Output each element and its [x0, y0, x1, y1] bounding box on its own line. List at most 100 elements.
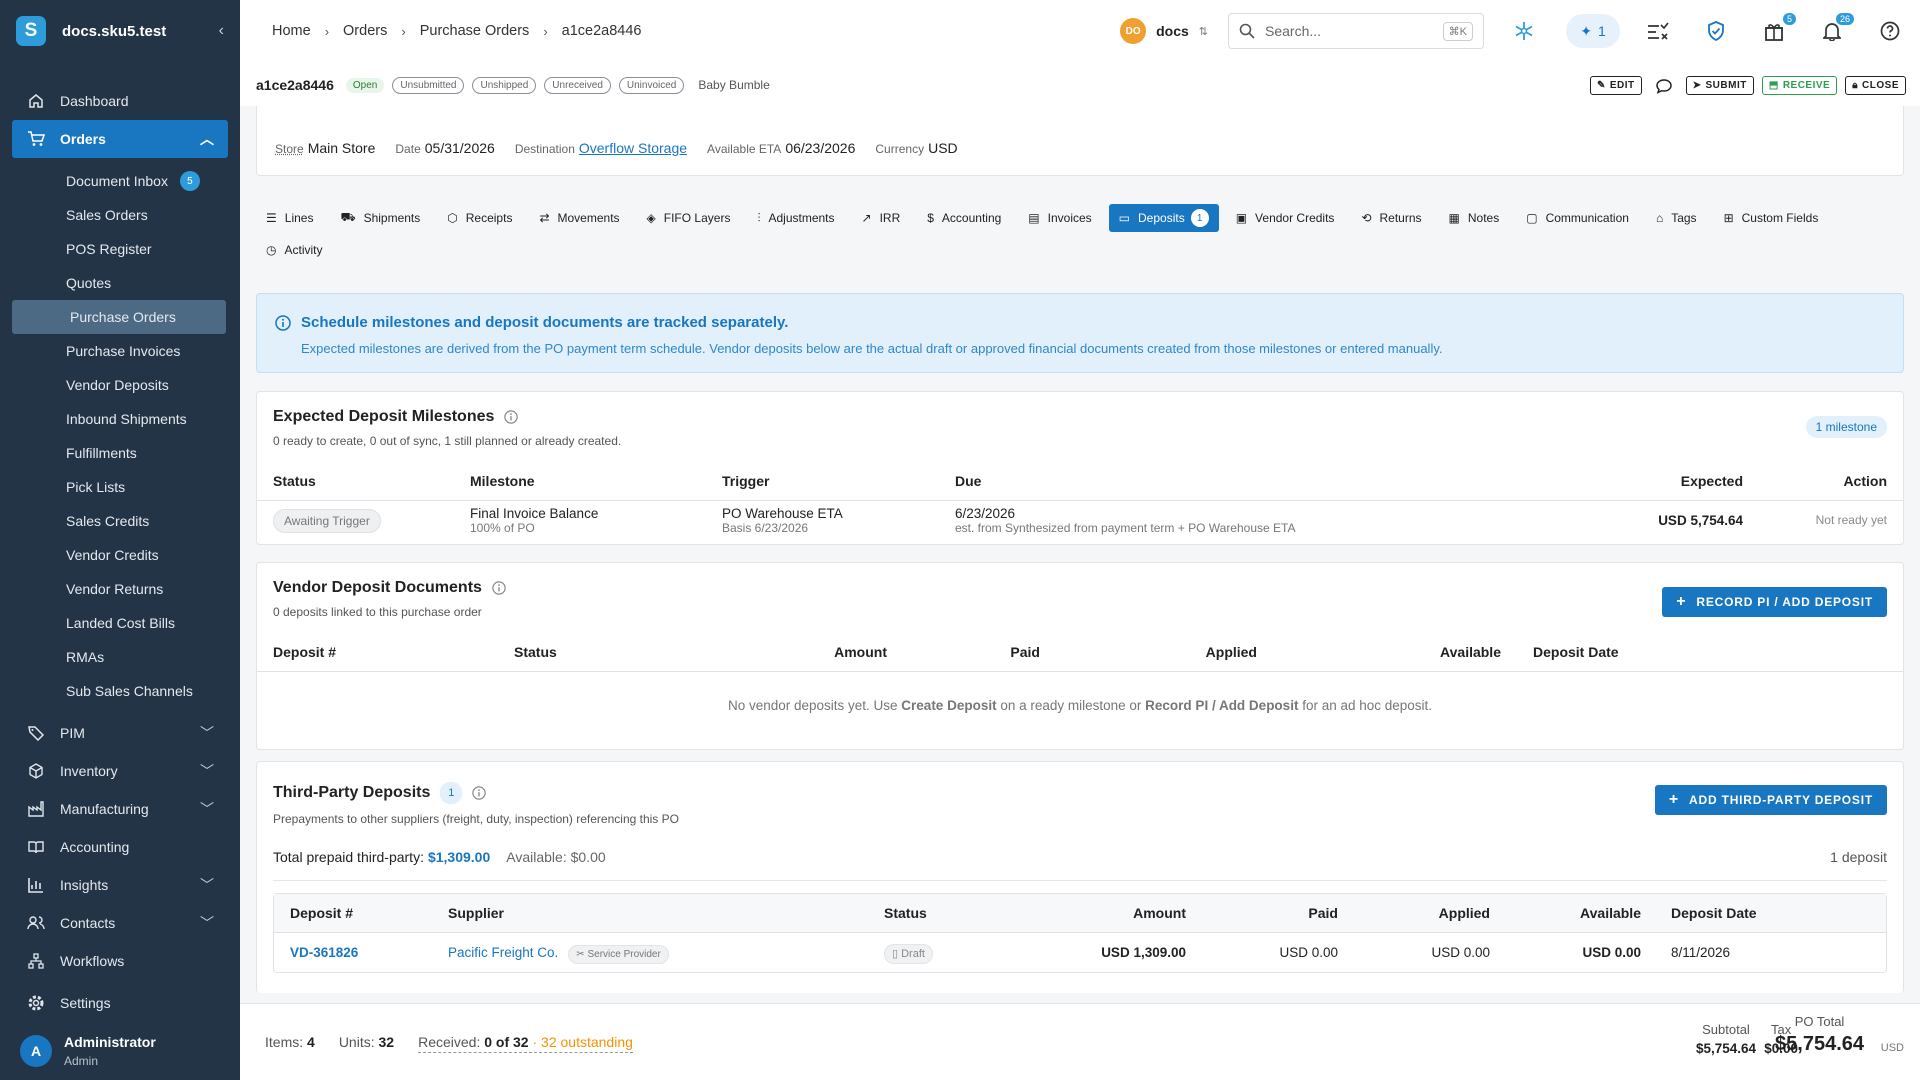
- items-count: Items: 4: [265, 1034, 315, 1053]
- tab-irr[interactable]: ↗ IRR: [852, 204, 911, 232]
- sidebar-item-quotes[interactable]: Quotes: [0, 266, 240, 300]
- sidebar-item-workflows[interactable]: Workflows: [0, 942, 240, 980]
- sidebar-item-label: Landed Cost Bills: [66, 615, 175, 631]
- sidebar-item-sales-orders[interactable]: Sales Orders: [0, 198, 240, 232]
- org-name: docs: [1156, 23, 1189, 39]
- count-badge: 1: [440, 782, 463, 804]
- sidebar-item-vendor-deposits[interactable]: Vendor Deposits: [0, 368, 240, 402]
- sidebar-item-sales-credits[interactable]: Sales Credits: [0, 504, 240, 538]
- sidebar-item-label: Workflows: [60, 953, 125, 969]
- sidebar-item-label: POS Register: [66, 241, 152, 257]
- snowflake-icon[interactable]: [1508, 15, 1540, 47]
- tab-receipts[interactable]: ⬡ Receipts: [437, 204, 522, 232]
- sidebar-item-pim[interactable]: PIM ﹀: [0, 714, 240, 752]
- sidebar-item-inbound-shipments[interactable]: Inbound Shipments: [0, 402, 240, 436]
- sidebar-item-label: RMAs: [66, 649, 105, 665]
- sidebar-item-label: Dashboard: [60, 93, 129, 109]
- org-avatar: DO: [1120, 18, 1147, 44]
- breadcrumb-home[interactable]: Home: [272, 23, 311, 39]
- search-input[interactable]: Search... ⌘K: [1228, 13, 1484, 49]
- sidebar-item-vendor-credits[interactable]: Vendor Credits: [0, 538, 240, 572]
- sidebar-item-manufacturing[interactable]: Manufacturing ﹀: [0, 790, 240, 828]
- sidebar-item-settings[interactable]: Settings: [0, 984, 240, 1022]
- sidebar-item-inventory[interactable]: Inventory ﹀: [0, 752, 240, 790]
- tab-custom-fields[interactable]: ⊞ Custom Fields: [1714, 204, 1829, 232]
- shield-icon[interactable]: [1700, 15, 1732, 47]
- record-pi-add-deposit-button[interactable]: + RECORD PI / ADD DEPOSIT: [1662, 587, 1887, 617]
- tab-shipments[interactable]: ⛟ Shipments: [330, 204, 430, 232]
- tab-activity[interactable]: ◷ Activity: [256, 236, 333, 264]
- tab-tags[interactable]: ⌂ Tags: [1646, 204, 1707, 232]
- breadcrumb-orders[interactable]: Orders: [343, 23, 387, 39]
- sidebar-item-label: Insights: [60, 877, 109, 893]
- tab-notes[interactable]: ▦ Notes: [1439, 204, 1510, 232]
- sidebar-item-pos-register[interactable]: POS Register: [0, 232, 240, 266]
- tab-label: Receipts: [465, 211, 513, 225]
- sidebar-item-purchase-orders[interactable]: Purchase Orders: [12, 300, 226, 334]
- tab-movements[interactable]: ⇄ Movements: [529, 204, 629, 232]
- add-third-party-deposit-button[interactable]: + ADD THIRD-PARTY DEPOSIT: [1654, 785, 1887, 815]
- help-icon[interactable]: [1874, 15, 1906, 47]
- breadcrumb-purchase-orders[interactable]: Purchase Orders: [420, 23, 530, 39]
- tab-fifo-layers[interactable]: ◈ FIFO Layers: [637, 204, 741, 232]
- collapse-sidebar-icon[interactable]: ‹: [219, 22, 224, 40]
- sidebar-item-fulfillments[interactable]: Fulfillments: [0, 436, 240, 470]
- sidebar-item-label: PIM: [60, 725, 85, 741]
- sidebar-item-landed-cost-bills[interactable]: Landed Cost Bills: [0, 606, 240, 640]
- tab-returns[interactable]: ⟲ Returns: [1351, 204, 1431, 232]
- table-row[interactable]: VD-361826 Pacific Freight Co. ✂︎ Service …: [274, 932, 1886, 972]
- tab-deposits[interactable]: ▭ Deposits 1: [1108, 204, 1219, 232]
- sidebar-item-rmas[interactable]: RMAs: [0, 640, 240, 674]
- deposit-link[interactable]: VD-361826: [290, 945, 358, 960]
- store-label: Store: [275, 142, 304, 156]
- bell-icon[interactable]: 26: [1816, 13, 1854, 47]
- tab-communication[interactable]: ▢ Communication: [1516, 204, 1639, 232]
- submit-button[interactable]: ➤ SUBMIT: [1685, 76, 1754, 95]
- po-id: a1ce2a8446: [256, 77, 334, 93]
- subtotal-label: Subtotal: [1702, 1022, 1750, 1037]
- unfold-icon: ⇅: [1198, 25, 1208, 38]
- tab-label: Invoices: [1047, 211, 1092, 225]
- user-profile[interactable]: A Administrator Admin: [20, 1034, 156, 1068]
- tab-vendor-credits[interactable]: ▣ Vendor Credits: [1226, 204, 1345, 232]
- sidebar-item-purchase-invoices[interactable]: Purchase Invoices: [0, 334, 240, 368]
- avatar: A: [20, 1035, 52, 1067]
- destination-link[interactable]: Overflow Storage: [579, 140, 687, 156]
- tab-invoices[interactable]: ▤ Invoices: [1018, 204, 1101, 232]
- sidebar-item-dashboard[interactable]: Dashboard: [0, 82, 240, 120]
- tasks-icon[interactable]: [1642, 15, 1674, 47]
- table-header-row: Deposit # Status Amount Paid Applied Ava…: [257, 633, 1903, 672]
- sidebar-item-orders[interactable]: Orders ︿: [12, 120, 228, 158]
- supplier-link[interactable]: Pacific Freight Co.: [448, 945, 558, 960]
- count-badge: 5: [179, 171, 200, 191]
- deposit-count: 1 deposit: [1830, 848, 1887, 865]
- sidebar-item-vendor-returns[interactable]: Vendor Returns: [0, 572, 240, 606]
- layers-icon: ◈: [646, 211, 656, 225]
- sidebar-item-pick-lists[interactable]: Pick Lists: [0, 470, 240, 504]
- comment-icon[interactable]: [1655, 78, 1672, 94]
- third-party-title: Third-Party Deposits: [273, 784, 431, 801]
- sidebar-item-sub-sales-channels[interactable]: Sub Sales Channels: [0, 674, 240, 708]
- tab-accounting[interactable]: $ Accounting: [917, 204, 1011, 232]
- sidebar-nav: Dashboard Orders ︿ Document Inbox 5 Sales…: [0, 82, 240, 1022]
- units-count: Units: 32: [339, 1034, 394, 1053]
- sidebar-item-accounting[interactable]: Accounting: [0, 828, 240, 866]
- ai-assistant-button[interactable]: ✦ 1: [1566, 14, 1620, 48]
- sidebar-item-document-inbox[interactable]: Document Inbox 5: [0, 164, 240, 198]
- tab-adjustments[interactable]: ⫶ Adjustments: [747, 204, 844, 232]
- sidebar-item-insights[interactable]: Insights ﹀: [0, 866, 240, 904]
- edit-button[interactable]: ✎ EDIT: [1589, 76, 1642, 95]
- section-title: Third-Party Deposits 1: [273, 782, 1887, 804]
- gift-icon[interactable]: 5: [1758, 13, 1796, 47]
- received-summary[interactable]: Received: 0 of 32 · 32 outstanding: [418, 1034, 633, 1053]
- breadcrumb: Home › Orders › Purchase Orders › a1ce2a…: [272, 23, 641, 39]
- sparkle-icon: ✦: [1580, 22, 1592, 39]
- tab-lines[interactable]: ☰ Lines: [256, 204, 323, 232]
- note-icon: ▦: [1448, 211, 1460, 225]
- sidebar-item-contacts[interactable]: Contacts ﹀: [0, 904, 240, 942]
- po-actions: ✎ EDIT ➤ SUBMIT ⬒ RECEIVE 🔒︎ CLOSE: [1589, 76, 1906, 95]
- close-button[interactable]: 🔒︎ CLOSE: [1845, 76, 1906, 95]
- vendor-deposits-header: Vendor Deposit Documents 0 deposits link…: [257, 563, 1903, 619]
- org-switcher[interactable]: DO docs ⇅: [1120, 18, 1208, 44]
- receive-button[interactable]: ⬒ RECEIVE: [1761, 76, 1838, 95]
